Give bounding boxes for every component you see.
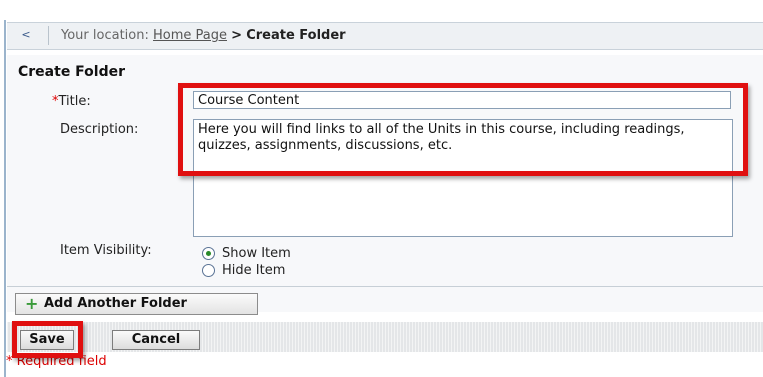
required-field-note: * Required field <box>6 354 107 369</box>
description-label: Description: <box>60 122 139 137</box>
add-another-folder-label: Add Another Folder <box>44 296 187 311</box>
hide-item-label: Hide Item <box>222 263 286 278</box>
description-textarea[interactable]: Here you will find links to all of the U… <box>193 119 733 237</box>
item-visibility-label: Item Visibility: <box>60 243 152 258</box>
add-plus-icon: + <box>25 294 39 313</box>
add-another-folder-button[interactable]: + Add Another Folder <box>15 293 258 315</box>
save-button[interactable]: Save <box>20 330 74 350</box>
breadcrumb-prefix: Your location: <box>61 28 149 43</box>
page-title: Create Folder <box>18 64 126 80</box>
title-input[interactable] <box>193 91 731 109</box>
create-folder-form: Create Folder *Title: Description: Here … <box>7 55 763 315</box>
breadcrumb-separator: > <box>231 28 243 43</box>
breadcrumb-divider <box>48 26 49 45</box>
breadcrumb-home-link[interactable]: Home Page <box>153 28 227 43</box>
show-item-radio[interactable] <box>202 247 215 260</box>
hide-item-radio[interactable] <box>202 264 215 277</box>
left-border <box>4 20 6 377</box>
divider <box>7 286 763 287</box>
breadcrumb-current: Create Folder <box>246 28 346 43</box>
back-arrow-icon[interactable]: < <box>17 28 35 42</box>
breadcrumb-bar: < Your location: Home Page > Create Fold… <box>7 22 763 50</box>
top-strip <box>0 0 763 20</box>
title-label-text: Title: <box>58 94 91 109</box>
title-label: *Title: <box>52 94 91 109</box>
breadcrumb: Your location: Home Page > Create Folder <box>61 28 346 43</box>
cancel-button[interactable]: Cancel <box>112 330 200 350</box>
show-item-label: Show Item <box>222 246 291 261</box>
